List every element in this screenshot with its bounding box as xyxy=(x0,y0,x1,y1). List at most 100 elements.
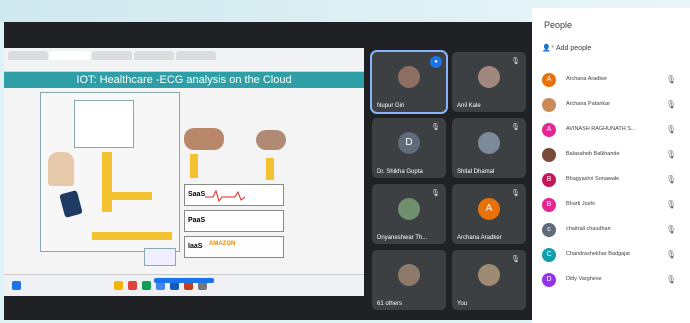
participant-name: AVINASH RAGHUNATH S... xyxy=(566,126,636,132)
participant-name: Chandrashekhar Badgajar xyxy=(566,251,631,257)
avatar xyxy=(398,198,420,220)
app-icon[interactable] xyxy=(142,281,151,290)
participant-name: Ditty Varghese xyxy=(566,276,602,282)
avatar: c xyxy=(542,223,556,237)
paas-label: PaaS xyxy=(188,217,206,224)
avatar: C xyxy=(542,248,556,262)
mic-off-icon: 🎙 xyxy=(665,275,676,284)
avatar xyxy=(398,264,420,286)
mic-off-icon: 🎙 xyxy=(511,58,520,65)
participant-tile[interactable]: A 🎙 Archana Aradker xyxy=(452,184,526,244)
chrome-icon[interactable] xyxy=(128,281,137,290)
participant-tile[interactable]: 🎙 Dnyaneshwar Th... xyxy=(372,184,446,244)
participant-tile[interactable]: 🎙 Shital Dhamal xyxy=(452,118,526,178)
participant-list-item[interactable]: c chaitrali chaudhari 🎙 xyxy=(540,222,688,238)
folder-icon[interactable] xyxy=(114,281,123,290)
participant-tile[interactable]: 🎙 You xyxy=(452,250,526,310)
add-people-label: Add people xyxy=(555,45,592,52)
avatar xyxy=(478,66,500,88)
browser-tab[interactable] xyxy=(50,51,90,60)
speaking-indicator-icon: ● xyxy=(430,56,442,68)
browser-toolbar xyxy=(4,48,364,72)
mic-off-icon: 🎙 xyxy=(665,100,676,109)
add-people-button[interactable]: 👤⁺ Add people xyxy=(542,44,591,52)
flow-arrow xyxy=(102,152,112,212)
people-panel-title: People xyxy=(544,20,573,30)
avatar: B xyxy=(542,198,556,212)
participant-name: Archana Patankar xyxy=(566,101,611,107)
mic-off-icon: 🎙 xyxy=(665,250,676,259)
flow-arrow xyxy=(112,192,152,200)
patient-figure-icon xyxy=(48,152,74,186)
avatar: A xyxy=(542,123,556,137)
slide-title: IOT: Healthcare -ECG analysis on the Clo… xyxy=(4,72,364,88)
participant-tile[interactable]: D 🎙 Dr. Shikha Gupta xyxy=(372,118,446,178)
saas-layer: SaaS xyxy=(184,184,284,206)
chart-thumbnail xyxy=(144,248,176,266)
participant-name: chaitrali chaudhari xyxy=(566,226,611,232)
shared-screen: SaaS PaaS IaaS AMAZON IOT: Healthcare -E… xyxy=(4,48,364,296)
participant-name: Anil Kale xyxy=(457,103,481,109)
people-panel: People 👤⁺ Add people A Archana Aradker 🎙… xyxy=(532,8,690,323)
participant-tile[interactable]: 🎙 Anil Kale xyxy=(452,52,526,112)
participant-list-item[interactable]: Balasaheb Balkhande 🎙 xyxy=(540,147,688,163)
participant-list-item[interactable]: A AVINASH RAGHUNATH S... 🎙 xyxy=(540,122,688,138)
paas-layer: PaaS xyxy=(184,210,284,232)
participant-name: Archana Aradker xyxy=(457,235,502,241)
saas-label: SaaS xyxy=(188,191,206,198)
mic-off-icon: 🎙 xyxy=(665,150,676,159)
participant-list-item[interactable]: B Bharti Joshi 🎙 xyxy=(540,197,688,213)
participant-list-item[interactable]: B Bhagyashri Sonawale 🎙 xyxy=(540,172,688,188)
avatar xyxy=(478,132,500,154)
browser-tab[interactable] xyxy=(134,51,174,60)
participant-name: 61 others xyxy=(377,301,403,307)
participant-name: You xyxy=(457,301,468,307)
windows-taskbar xyxy=(4,274,364,296)
app-box xyxy=(74,100,134,148)
participant-name: Bhagyashri Sonawale xyxy=(566,176,620,182)
mic-off-icon: 🎙 xyxy=(665,175,676,184)
mic-off-icon: 🎙 xyxy=(665,225,676,234)
staff-group-image xyxy=(256,130,286,150)
avatar xyxy=(542,98,556,112)
mic-off-icon: 🎙 xyxy=(511,256,520,263)
avatar xyxy=(478,264,500,286)
mic-off-icon: 🎙 xyxy=(665,75,676,84)
participant-list-item[interactable]: Archana Patankar 🎙 xyxy=(540,97,688,113)
mic-off-icon: 🎙 xyxy=(511,190,520,197)
browser-tab[interactable] xyxy=(176,51,216,60)
participant-tile[interactable]: ● Nupur Giri xyxy=(370,50,448,114)
sharing-bar[interactable] xyxy=(154,278,214,283)
participant-name: Shital Dhamal xyxy=(457,169,495,175)
avatar: A xyxy=(478,198,500,220)
browser-tab[interactable] xyxy=(8,51,48,60)
participant-name: Dr. Shikha Gupta xyxy=(377,169,423,175)
avatar xyxy=(542,148,556,162)
participant-name: Nupur Giri xyxy=(377,103,405,109)
start-icon[interactable] xyxy=(12,281,21,290)
mic-off-icon: 🎙 xyxy=(431,124,440,131)
doctors-group-image xyxy=(184,128,224,150)
flow-arrow xyxy=(266,158,274,180)
mic-off-icon: 🎙 xyxy=(431,190,440,197)
add-person-icon: 👤⁺ xyxy=(542,45,555,52)
participant-name: Archana Aradker xyxy=(566,76,607,82)
participant-name: Balasaheb Balkhande xyxy=(566,151,620,157)
participant-list-item[interactable]: A Archana Aradker 🎙 xyxy=(540,72,688,88)
mic-off-icon: 🎙 xyxy=(665,125,676,134)
iaas-layer: IaaS AMAZON xyxy=(184,236,284,258)
flow-arrow xyxy=(92,232,172,240)
participant-list-item[interactable]: C Chandrashekhar Badgajar 🎙 xyxy=(540,247,688,263)
participant-list-item[interactable]: D Ditty Varghese 🎙 xyxy=(540,272,688,288)
ecg-waveform-icon xyxy=(205,189,245,203)
browser-tab[interactable] xyxy=(92,51,132,60)
mic-off-icon: 🎙 xyxy=(665,200,676,209)
participant-tile[interactable]: 61 others xyxy=(372,250,446,310)
iaas-label: IaaS xyxy=(188,243,203,250)
mic-off-icon: 🎙 xyxy=(511,124,520,131)
avatar: D xyxy=(542,273,556,287)
avatar: A xyxy=(542,73,556,87)
slide-canvas: SaaS PaaS IaaS AMAZON xyxy=(4,72,364,274)
avatar: D xyxy=(398,132,420,154)
participant-name: Bharti Joshi xyxy=(566,201,595,207)
